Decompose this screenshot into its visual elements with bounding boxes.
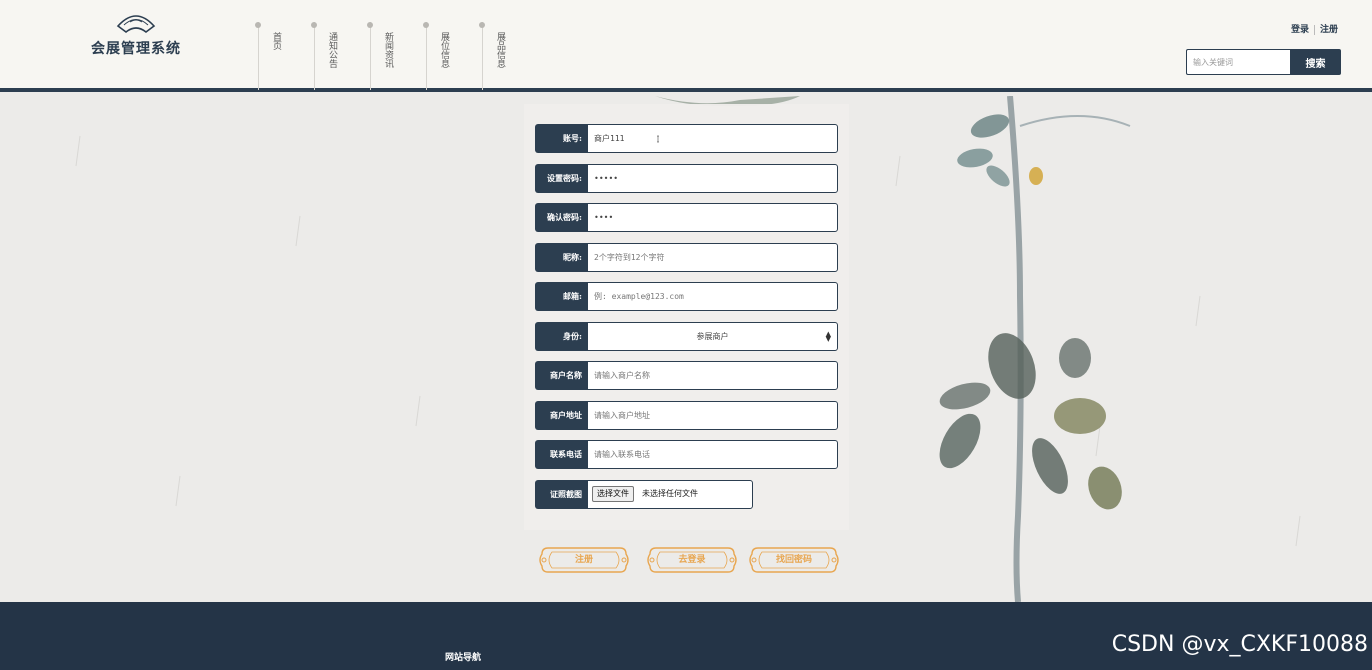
license-label: 证照截图 xyxy=(535,480,587,509)
email-input[interactable] xyxy=(587,282,838,311)
account-input[interactable] xyxy=(587,124,838,153)
nav-label: 展品信息 xyxy=(495,32,505,68)
watermark-text: CSDN @vx_CXKF10088 xyxy=(1111,632,1368,657)
account-label: 账号: xyxy=(535,124,587,153)
nav-dot xyxy=(367,22,373,28)
register-button[interactable]: 注册 xyxy=(538,544,630,576)
contact-phone-row: 联系电话 xyxy=(535,440,838,469)
nickname-row: 昵称: xyxy=(535,243,838,272)
footer-nav-title: 网站导航 xyxy=(445,653,482,663)
nav-label: 新闻资讯 xyxy=(383,32,393,68)
site-footer: 网站导航 CSDN @vx_CXKF10088 xyxy=(0,602,1372,670)
email-label: 邮箱: xyxy=(535,282,587,311)
email-row: 邮箱: xyxy=(535,282,838,311)
password-input[interactable] xyxy=(587,164,838,193)
merchant-name-label: 商户名称 xyxy=(535,361,587,390)
identity-select[interactable]: 参展商户 ▲ ▼ xyxy=(587,322,838,351)
login-link[interactable]: 登录 xyxy=(1291,25,1309,35)
nickname-input[interactable] xyxy=(587,243,838,272)
nav-label: 首页 xyxy=(271,32,281,50)
confirm-password-input[interactable] xyxy=(587,203,838,232)
nav-item-home[interactable]: 首页 xyxy=(255,22,314,90)
site-logo[interactable]: 会展管理系统 xyxy=(88,12,184,64)
password-row: 设置密码: xyxy=(535,164,838,193)
password-label: 设置密码: xyxy=(535,164,587,193)
identity-label: 身份: xyxy=(535,322,587,351)
register-button-label: 注册 xyxy=(574,555,593,565)
site-header: 会展管理系统 首页 通知公告 新闻资讯 展位信息 展品信息 登录 注册 搜索 xyxy=(0,0,1372,92)
nav-dot xyxy=(311,22,317,28)
merchant-address-input[interactable] xyxy=(587,401,838,430)
merchant-name-row: 商户名称 xyxy=(535,361,838,390)
merchant-name-input[interactable] xyxy=(587,361,838,390)
merchant-address-label: 商户地址 xyxy=(535,401,587,430)
registration-form: 账号: 设置密码: 确认密码: 昵称: 邮箱: 身份: 参展商户 ▲▼ 商户名称… xyxy=(524,104,849,530)
choose-file-button[interactable]: 选择文件 xyxy=(592,486,634,502)
confirm-password-label: 确认密码: xyxy=(535,203,587,232)
confirm-password-row: 确认密码: xyxy=(535,203,838,232)
license-file-input[interactable]: 选择文件 未选择任何文件 xyxy=(587,480,753,509)
nav-label: 展位信息 xyxy=(439,32,449,68)
nav-label: 通知公告 xyxy=(327,32,337,68)
recover-password-button[interactable]: 找回密码 xyxy=(748,544,840,576)
search-input[interactable] xyxy=(1186,49,1290,75)
go-login-button-label: 去登录 xyxy=(678,555,706,565)
contact-phone-input[interactable] xyxy=(587,440,838,469)
license-row: 证照截图 选择文件 未选择任何文件 xyxy=(535,480,838,509)
nickname-label: 昵称: xyxy=(535,243,587,272)
recover-password-button-label: 找回密码 xyxy=(775,555,812,565)
identity-row: 身份: 参展商户 ▲ ▼ xyxy=(535,322,838,351)
register-link[interactable]: 注册 xyxy=(1320,25,1338,35)
site-title: 会展管理系统 xyxy=(91,41,181,57)
nav-dot xyxy=(479,22,485,28)
file-status: 未选择任何文件 xyxy=(642,489,698,498)
merchant-address-row: 商户地址 xyxy=(535,401,838,430)
nav-item-news[interactable]: 新闻资讯 xyxy=(367,22,426,90)
identity-selected-value: 参展商户 xyxy=(696,332,729,341)
auth-links: 登录 注册 xyxy=(1291,22,1338,35)
nav-item-notices[interactable]: 通知公告 xyxy=(311,22,370,90)
search-button[interactable]: 搜索 xyxy=(1290,49,1341,75)
nav-item-exhibits[interactable]: 展品信息 xyxy=(479,22,538,90)
text-cursor-icon xyxy=(657,135,659,143)
fan-logo-icon xyxy=(116,15,156,34)
nav-item-booths[interactable]: 展位信息 xyxy=(423,22,482,90)
account-row: 账号: xyxy=(535,124,838,153)
contact-phone-label: 联系电话 xyxy=(535,440,587,469)
nav-dot xyxy=(255,22,261,28)
go-login-button[interactable]: 去登录 xyxy=(646,544,738,576)
divider xyxy=(1313,24,1315,35)
select-arrows-icon: ▲ ▼ xyxy=(825,330,831,343)
nav-dot xyxy=(423,22,429,28)
